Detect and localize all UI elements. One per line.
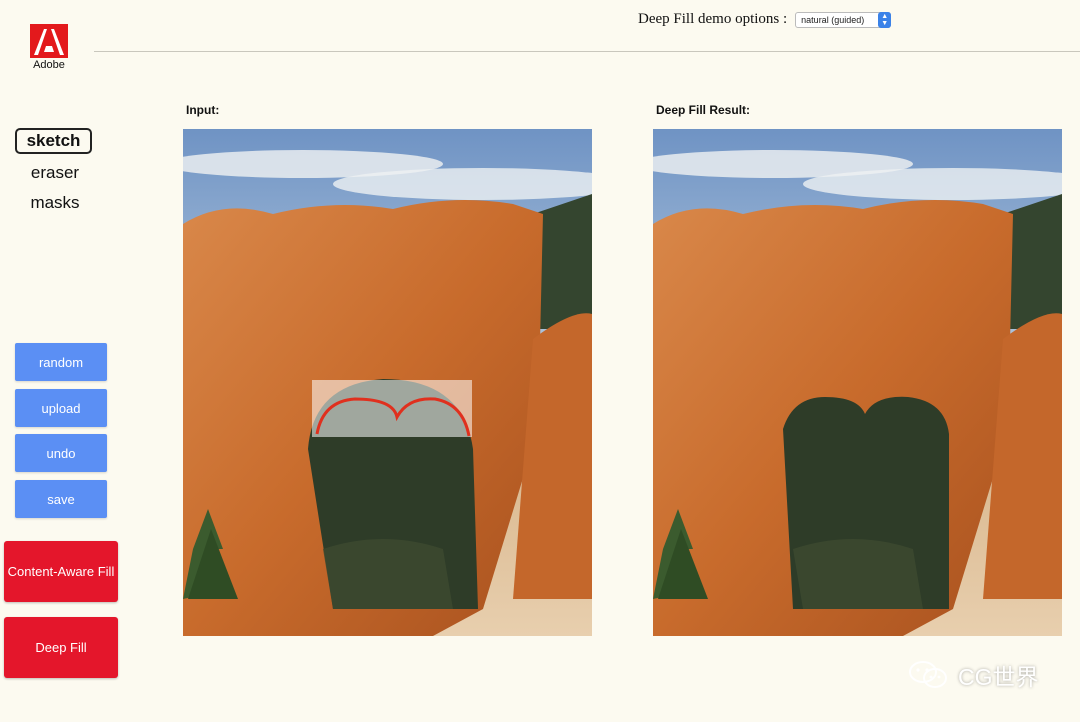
content-aware-fill-button[interactable]: Content-Aware Fill <box>4 541 118 602</box>
save-button[interactable]: save <box>15 480 107 518</box>
tool-sketch[interactable]: sketch <box>15 128 92 154</box>
select-arrows-icon: ▲ ▼ <box>878 11 892 28</box>
header-divider <box>94 51 1080 52</box>
result-label: Deep Fill Result: <box>656 103 751 117</box>
random-button[interactable]: random <box>15 343 107 381</box>
logo-text: Adobe <box>33 59 65 71</box>
select-value: natural (guided) <box>801 14 865 25</box>
watermark-text: CG世界 <box>958 664 1039 690</box>
adobe-logo-icon <box>30 24 68 58</box>
demo-options-select[interactable]: natural (guided) ▲ ▼ <box>795 11 892 28</box>
result-canvas <box>653 129 1062 636</box>
watermark: CG世界 <box>908 658 1039 692</box>
adobe-logo: Adobe <box>28 24 70 71</box>
upload-button[interactable]: upload <box>15 389 107 427</box>
input-label: Input: <box>186 103 220 117</box>
tool-masks[interactable]: masks <box>15 189 95 218</box>
undo-button[interactable]: undo <box>15 434 107 472</box>
tool-eraser[interactable]: eraser <box>15 159 95 188</box>
options-label: Deep Fill demo options : <box>638 11 788 27</box>
wechat-icon <box>909 661 947 688</box>
demo-options: Deep Fill demo options : natural (guided… <box>638 11 892 28</box>
deep-fill-button[interactable]: Deep Fill <box>4 617 118 678</box>
input-canvas[interactable] <box>183 129 592 636</box>
tool-list: sketch eraser masks <box>15 128 95 219</box>
